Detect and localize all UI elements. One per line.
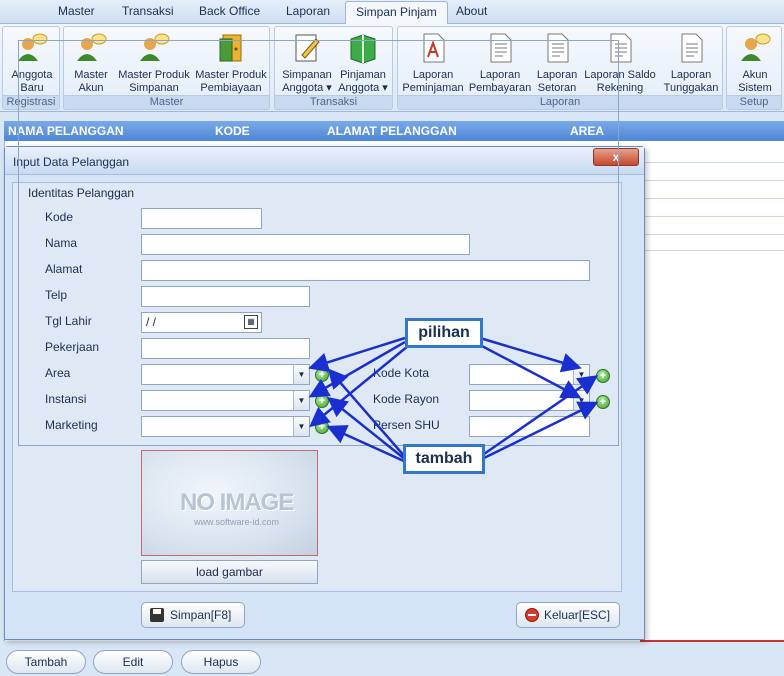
akun-sistem-button[interactable]: Akun Sistem bbox=[729, 27, 781, 95]
chevron-down-icon[interactable]: ▼ bbox=[293, 391, 309, 410]
no-image-text: NO IMAGE bbox=[180, 489, 294, 516]
document-icon bbox=[681, 33, 703, 63]
instansi-label: Instansi bbox=[45, 392, 87, 406]
tambah-button[interactable]: Tambah bbox=[6, 650, 86, 674]
no-image-watermark: www.software-id.com bbox=[194, 517, 280, 527]
kode-kota-select[interactable]: ▼ bbox=[469, 364, 590, 385]
tgl-lahir-label: Tgl Lahir bbox=[45, 314, 92, 328]
marketing-label: Marketing bbox=[45, 418, 98, 432]
kode-label: Kode bbox=[45, 210, 74, 224]
nama-input[interactable] bbox=[141, 234, 470, 255]
telp-input[interactable] bbox=[141, 286, 310, 307]
area-label: Area bbox=[45, 366, 71, 380]
calendar-icon[interactable]: ▦ bbox=[244, 315, 258, 329]
add-marketing-icon[interactable]: + bbox=[315, 420, 329, 434]
instansi-select[interactable]: ▼ bbox=[141, 390, 310, 411]
menu-laporan[interactable]: Laporan bbox=[286, 4, 330, 18]
tambah-callout: tambah bbox=[403, 444, 485, 474]
area-select[interactable]: ▼ bbox=[141, 364, 310, 385]
hapus-button[interactable]: Hapus bbox=[181, 650, 261, 674]
kode-rayon-label: Kode Rayon bbox=[373, 392, 440, 406]
menu-bar: Master Transaksi Back Office Laporan Sim… bbox=[0, 0, 784, 25]
kode-input[interactable] bbox=[141, 208, 262, 229]
pekerjaan-input[interactable] bbox=[141, 338, 310, 359]
grid-row-line bbox=[640, 198, 784, 199]
chevron-down-icon[interactable]: ▼ bbox=[573, 391, 589, 410]
simpan-button[interactable]: Simpan[F8] bbox=[141, 602, 245, 628]
keluar-label: Keluar[ESC] bbox=[544, 608, 611, 622]
add-instansi-icon[interactable]: + bbox=[315, 394, 329, 408]
marketing-select[interactable]: ▼ bbox=[141, 416, 310, 437]
add-area-icon[interactable]: + bbox=[315, 368, 329, 382]
customer-photo: NO IMAGE www.software-id.com bbox=[141, 450, 318, 556]
load-gambar-button[interactable]: load gambar bbox=[141, 560, 318, 584]
tgl-lahir-value: / / bbox=[146, 315, 157, 329]
grid-row-line bbox=[640, 180, 784, 181]
ribbon-group-setup: Akun Sistem Setup bbox=[726, 26, 782, 110]
menu-simpan-pinjam[interactable]: Simpan Pinjam bbox=[345, 1, 448, 25]
pilihan-callout: pilihan bbox=[405, 318, 483, 348]
group-label-setup: Setup bbox=[727, 95, 781, 109]
save-icon bbox=[150, 608, 164, 622]
persen-shu-input[interactable] bbox=[469, 416, 590, 437]
alamat-label: Alamat bbox=[45, 262, 83, 276]
identitas-pelanggan-label: Identitas Pelanggan bbox=[26, 186, 137, 200]
telp-label: Telp bbox=[45, 288, 68, 302]
grid-row-line bbox=[640, 162, 784, 163]
people-icon bbox=[741, 33, 771, 61]
menu-transaksi[interactable]: Transaksi bbox=[122, 4, 174, 18]
kode-rayon-select[interactable]: ▼ bbox=[469, 390, 590, 411]
grid-row-line bbox=[640, 216, 784, 217]
menu-about[interactable]: About bbox=[456, 4, 487, 18]
grid-row-line bbox=[640, 234, 784, 235]
nama-label: Nama bbox=[45, 236, 78, 250]
kode-kota-label: Kode Kota bbox=[373, 366, 430, 380]
menu-master[interactable]: Master bbox=[58, 4, 95, 18]
add-kode-rayon-icon[interactable]: + bbox=[596, 395, 610, 409]
chevron-down-icon[interactable]: ▼ bbox=[293, 417, 309, 436]
exit-icon bbox=[525, 608, 539, 622]
grid-row-line bbox=[640, 250, 784, 251]
laporan-tunggakan-button[interactable]: Laporan Tunggakan bbox=[660, 27, 722, 95]
simpan-label: Simpan[F8] bbox=[170, 608, 232, 622]
persen-shu-label: Persen SHU bbox=[373, 418, 440, 432]
menu-back-office[interactable]: Back Office bbox=[199, 4, 260, 18]
chevron-down-icon[interactable]: ▼ bbox=[573, 365, 589, 384]
chevron-down-icon[interactable]: ▼ bbox=[293, 365, 309, 384]
alamat-input[interactable] bbox=[141, 260, 590, 281]
edit-button[interactable]: Edit bbox=[93, 650, 173, 674]
keluar-button[interactable]: Keluar[ESC] bbox=[516, 602, 620, 628]
add-kode-kota-icon[interactable]: + bbox=[596, 369, 610, 383]
tgl-lahir-input[interactable]: / / ▦ bbox=[141, 312, 262, 333]
pekerjaan-label: Pekerjaan bbox=[45, 340, 100, 354]
